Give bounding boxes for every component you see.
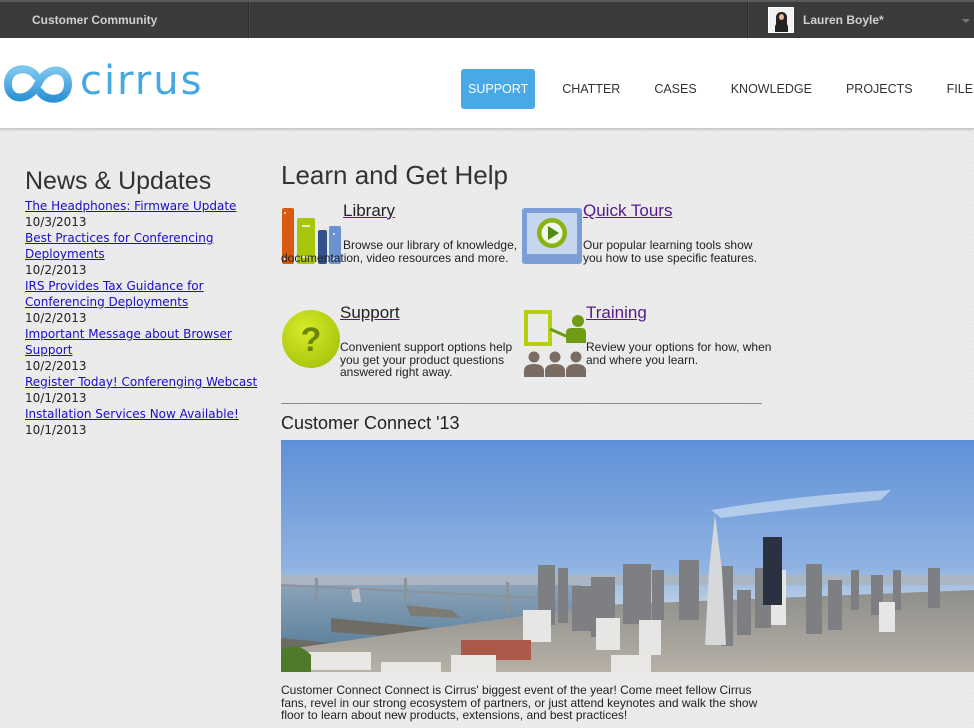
user-name[interactable]: Lauren Boyle*	[803, 13, 884, 27]
news-item-link[interactable]: IRS Provides Tax Guidance for Conferenci…	[25, 278, 225, 310]
chevron-down-icon[interactable]	[962, 19, 970, 23]
news-item-link[interactable]: Register Today! Conferenging Webcast	[25, 374, 265, 390]
news-section: News & Updates The Headphones: Firmware …	[25, 167, 275, 438]
training-desc: Review your options for how, when and wh…	[586, 340, 772, 367]
question-icon[interactable]: ?	[281, 309, 341, 369]
library-desc: Browse our library of knowledge, documen…	[281, 238, 518, 265]
customer-connect-image[interactable]	[281, 440, 974, 672]
news-title: News & Updates	[25, 167, 212, 195]
support-tile: ? Support Convenient support options hel…	[281, 304, 526, 387]
training-link[interactable]: Training	[586, 304, 647, 320]
news-item-link[interactable]: Best Practices for Conferencing Deployme…	[25, 230, 225, 262]
cirrus-logo[interactable]: cirrus	[2, 58, 204, 106]
nav-projects[interactable]: PROJECTS	[839, 69, 920, 109]
user-menu[interactable]: Lauren Boyle*	[768, 7, 884, 33]
news-item-date: 10/3/2013	[25, 215, 87, 229]
customer-connect-desc: Customer Connect Connect is Cirrus' bigg…	[281, 683, 758, 723]
quick-tours-tile: Quick Tours Our popular learning tools s…	[522, 202, 772, 275]
main-nav: SUPPORT CHATTER CASES KNOWLEDGE PROJECTS…	[461, 69, 974, 109]
nav-knowledge[interactable]: KNOWLEDGE	[724, 69, 819, 109]
news-item-date: 10/2/2013	[25, 311, 87, 325]
support-desc: Convenient support options help you get …	[340, 340, 513, 379]
quick-tours-desc: Our popular learning tools show you how …	[583, 238, 758, 265]
news-item-link[interactable]: Installation Services Now Available!	[25, 406, 265, 422]
training-tile: Training Review your options for how, wh…	[522, 304, 772, 382]
news-item-link[interactable]: Important Message about Browser Support	[25, 326, 245, 358]
training-presenter-icon[interactable]	[522, 309, 588, 377]
topbar-divider	[248, 2, 250, 38]
news-item-date: 10/1/2013	[25, 391, 87, 405]
library-link[interactable]: Library	[343, 202, 395, 218]
learn-section: Learn and Get Help	[281, 160, 971, 191]
community-name[interactable]: Customer Community	[32, 13, 157, 27]
news-item-date: 10/2/2013	[25, 359, 87, 373]
topbar-divider	[747, 2, 749, 38]
support-link[interactable]: Support	[340, 304, 400, 320]
news-item-date: 10/1/2013	[25, 423, 87, 437]
customer-connect-title: Customer Connect '13	[281, 413, 460, 433]
section-divider	[281, 403, 762, 404]
infinity-logo-icon	[3, 65, 73, 103]
site-header: cirrus SUPPORT CHATTER CASES KNOWLEDGE P…	[0, 38, 974, 129]
library-tile: Library Browse our library of knowledge,…	[281, 202, 521, 280]
top-bar: Customer Community Lauren Boyle*	[0, 0, 974, 38]
learn-title: Learn and Get Help	[281, 160, 508, 190]
skyline-photo	[281, 440, 974, 672]
news-list: The Headphones: Firmware Update 10/3/201…	[25, 198, 275, 438]
avatar	[768, 7, 794, 33]
news-item-date: 10/2/2013	[25, 263, 87, 277]
quick-tours-link[interactable]: Quick Tours	[583, 202, 672, 218]
nav-support[interactable]: SUPPORT	[461, 69, 536, 109]
svg-text:?: ?	[301, 321, 322, 359]
video-play-icon[interactable]	[522, 208, 582, 266]
nav-files[interactable]: FILES	[940, 69, 974, 109]
nav-cases[interactable]: CASES	[647, 69, 703, 109]
logo-text: cirrus	[80, 58, 204, 104]
nav-chatter[interactable]: CHATTER	[555, 69, 627, 109]
news-item-link[interactable]: The Headphones: Firmware Update	[25, 198, 265, 214]
